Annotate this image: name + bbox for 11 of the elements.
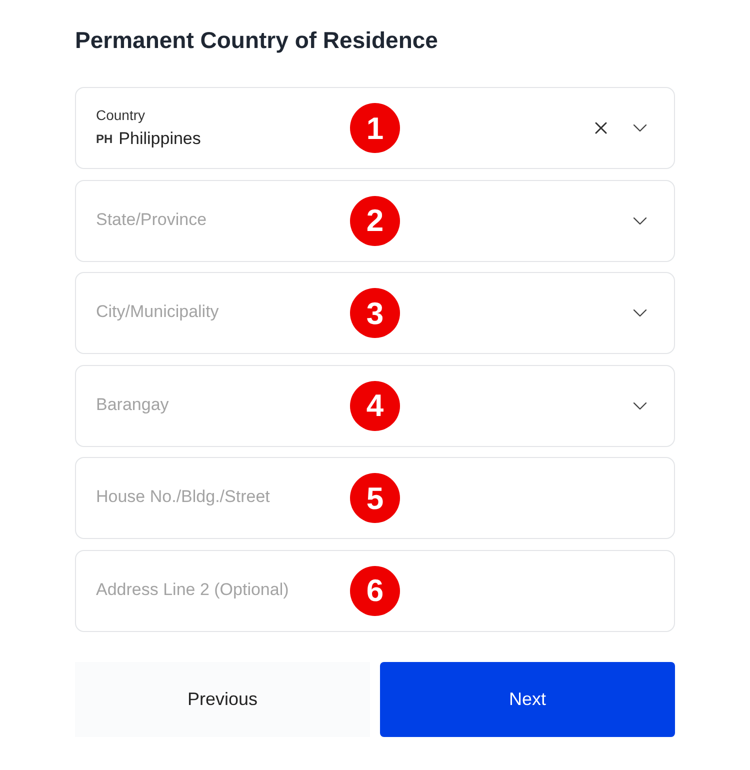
chevron-down-icon	[633, 309, 647, 317]
country-code: PH	[96, 131, 113, 148]
previous-button[interactable]: Previous	[75, 662, 370, 736]
selected-value: Philippines	[118, 128, 201, 150]
section-title: Permanent Country of Residence	[75, 26, 439, 55]
chevron-down-icon	[633, 402, 647, 410]
field-label: Country	[96, 106, 146, 125]
chevron-down-icon	[633, 216, 647, 224]
chevron-down-icon	[633, 124, 647, 132]
next-button[interactable]: Next	[380, 662, 675, 736]
close-icon[interactable]	[595, 122, 607, 134]
